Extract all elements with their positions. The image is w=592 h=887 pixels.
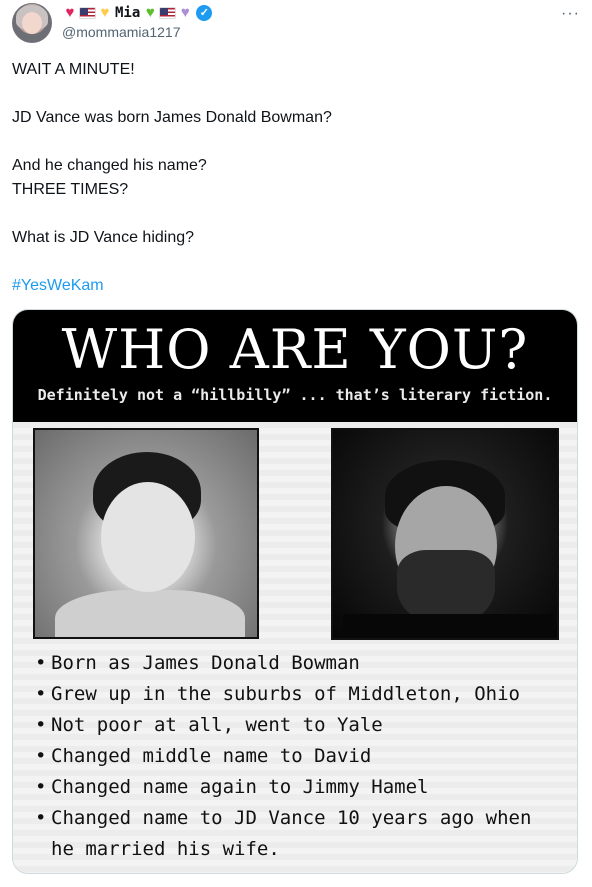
photo-figure (55, 590, 245, 637)
avatar-face (22, 12, 42, 34)
tweet-line (12, 250, 572, 274)
media-banner: WHO ARE YOU? Definitely not a “hillbilly… (13, 310, 577, 422)
fact-item: Changed middle name to David (35, 741, 565, 772)
portrait-photo (331, 428, 559, 640)
tweet-line (12, 130, 572, 154)
avatar[interactable] (12, 3, 52, 43)
fact-item: Grew up in the suburbs of Middleton, Ohi… (35, 679, 565, 710)
tweet-line: WAIT A MINUTE! (12, 61, 135, 78)
photo-figure (343, 614, 553, 638)
yearbook-photo (33, 428, 259, 639)
display-name-text: Mia (115, 5, 141, 21)
tweet-line: THREE TIMES? (12, 181, 129, 198)
red-heart-icon: ♥ (65, 4, 75, 21)
hashtag-link[interactable]: #YesWeKam (12, 274, 572, 298)
fact-item: Born as James Donald Bowman (35, 648, 565, 679)
verified-badge-icon[interactable]: ✓ (196, 5, 213, 21)
media-title: WHO ARE YOU? (61, 318, 529, 381)
tweet-line: And he changed his name? (12, 157, 207, 174)
purple-heart-icon: ♥ (180, 4, 190, 21)
fact-item: Changed name again to Jimmy Hamel (35, 772, 565, 803)
us-flag-icon (79, 7, 96, 19)
tweet-line: What is JD Vance hiding? (12, 229, 195, 246)
green-heart-icon: ♥ (145, 4, 155, 21)
media-paper: Born as James Donald Bowman Grew up in t… (13, 422, 577, 873)
tweet-header: ♥ ♥ Mia ♥ ♥ ✓ @mommamia1217 ··· (12, 3, 582, 43)
display-name[interactable]: ♥ ♥ Mia ♥ ♥ ✓ (62, 3, 213, 23)
tweet-line (12, 202, 572, 226)
fact-item: Not poor at all, went to Yale (35, 710, 565, 741)
photo-figure (101, 482, 195, 592)
tweet-line (12, 82, 572, 106)
fact-item: Changed name to JD Vance 10 years ago wh… (35, 803, 565, 865)
us-flag-icon (159, 7, 177, 19)
more-options-icon[interactable]: ··· (561, 5, 580, 23)
tweet-line: JD Vance was born James Donald Bowman? (12, 109, 332, 126)
tweet-media-image[interactable]: WHO ARE YOU? Definitely not a “hillbilly… (12, 309, 578, 874)
facts-list: Born as James Donald Bowman Grew up in t… (35, 648, 565, 865)
tweet-text: WAIT A MINUTE! JD Vance was born James D… (12, 58, 572, 298)
user-handle[interactable]: @mommamia1217 (62, 24, 180, 40)
yellow-heart-icon: ♥ (100, 4, 110, 21)
media-subtitle: Definitely not a “hillbilly” ... that’s … (37, 386, 553, 404)
